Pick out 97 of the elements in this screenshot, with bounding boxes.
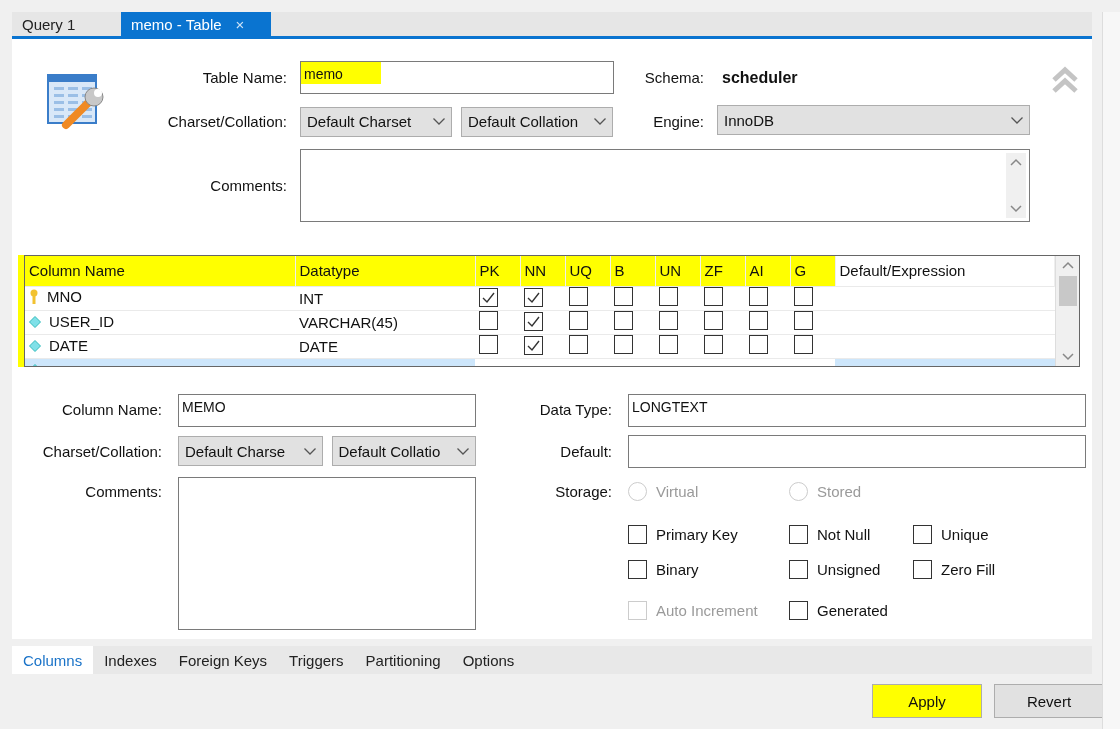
collation-dropdown[interactable]: Default Collation: [461, 106, 613, 137]
field-label: Data Type:: [539, 401, 612, 418]
checkbox[interactable]: [749, 311, 768, 330]
diamond-icon: [29, 339, 41, 352]
editor-tab[interactable]: Triggers: [278, 646, 355, 674]
close-icon[interactable]: ×: [235, 15, 245, 33]
checkbox[interactable]: [524, 336, 543, 355]
column-header[interactable]: UN: [655, 256, 700, 286]
editor-tab[interactable]: Columns: [12, 646, 94, 674]
column-header[interactable]: Datatype: [295, 256, 475, 286]
engine-dropdown[interactable]: InnoDB: [717, 105, 1030, 135]
column-header[interactable]: ZF: [700, 256, 745, 286]
scrollbar-thumb[interactable]: [1058, 276, 1077, 306]
column-header[interactable]: UQ: [565, 256, 610, 286]
editor-tab[interactable]: Query 1: [12, 12, 121, 36]
chevron-down-icon: [303, 447, 316, 455]
checkbox[interactable]: [749, 287, 768, 306]
revert-button[interactable]: Revert: [994, 684, 1104, 718]
column-name: MNO: [47, 288, 82, 306]
editor-tab[interactable]: Options: [451, 646, 526, 674]
field-label: Charset/Collation:: [42, 442, 162, 460]
editor-tab[interactable]: memo - Table ×: [121, 12, 271, 36]
option-checkbox[interactable]: Binary: [628, 552, 789, 587]
column-name-field[interactable]: MEMO: [178, 394, 476, 427]
checkbox[interactable]: [569, 287, 588, 306]
checkbox[interactable]: [749, 335, 768, 354]
field-label: Engine:: [653, 113, 704, 130]
editor-tab[interactable]: Indexes: [93, 646, 168, 674]
datatype: INT: [299, 289, 324, 307]
comments-field[interactable]: [300, 149, 1030, 222]
column-header[interactable]: G: [790, 256, 835, 286]
checkbox[interactable]: [704, 335, 723, 354]
charset-dropdown[interactable]: Default Charse: [178, 436, 323, 466]
data-type-field[interactable]: LONGTEXT: [628, 394, 1086, 427]
field-label: Charset/Collation:: [167, 113, 287, 130]
scroll-up-icon[interactable]: [1009, 157, 1023, 167]
checkbox[interactable]: [659, 335, 678, 354]
apply-button[interactable]: Apply: [872, 684, 982, 718]
chevron-down-icon: [457, 447, 469, 455]
checkbox[interactable]: [524, 288, 543, 307]
chevron-down-icon: [1011, 116, 1023, 124]
column-header[interactable]: B: [610, 256, 655, 286]
checkbox[interactable]: [614, 311, 633, 330]
option-checkbox[interactable]: Zero Fill: [913, 552, 1033, 587]
option-checkbox[interactable]: Unsigned: [789, 552, 913, 587]
collation-dropdown[interactable]: Default Collatio: [331, 436, 476, 466]
checkbox[interactable]: [794, 335, 813, 354]
field-label: Storage:: [555, 483, 612, 500]
column-header[interactable]: Column Name: [25, 256, 295, 286]
column-header[interactable]: AI: [745, 256, 790, 286]
column-name: DATE: [49, 337, 88, 355]
scroll-down-icon[interactable]: [1060, 352, 1075, 362]
checkbox[interactable]: [704, 287, 723, 306]
option-checkbox[interactable]: Not Null: [789, 517, 913, 552]
scroll-up-icon[interactable]: [1060, 260, 1075, 270]
schema-name: scheduler: [722, 68, 798, 87]
scrollbar[interactable]: [1055, 256, 1079, 366]
checkbox[interactable]: [704, 311, 723, 330]
comments-field[interactable]: [178, 477, 476, 630]
default-field[interactable]: [628, 435, 1086, 468]
chevron-down-icon: [594, 118, 606, 125]
field-label: Schema:: [644, 69, 704, 86]
chevron-down-icon: [433, 118, 445, 125]
key-icon: [29, 288, 39, 305]
option-checkbox[interactable]: Generated: [789, 598, 913, 622]
checkbox[interactable]: [614, 335, 633, 354]
checkbox[interactable]: [794, 311, 813, 330]
checkbox[interactable]: [569, 335, 588, 354]
editor-tab[interactable]: Partitioning: [354, 646, 452, 674]
option-checkbox[interactable]: Primary Key: [628, 517, 789, 552]
datatype: DATE: [299, 337, 338, 355]
scrollbar[interactable]: [1006, 153, 1026, 218]
checkbox[interactable]: [479, 288, 498, 307]
checkbox[interactable]: [479, 311, 498, 330]
charset-dropdown[interactable]: Default Charset: [300, 106, 452, 137]
scroll-down-icon[interactable]: [1009, 204, 1023, 214]
field-label: Table Name:: [202, 69, 287, 86]
checkbox[interactable]: [794, 287, 813, 306]
field-label: Comments:: [210, 177, 287, 194]
field-label: Default:: [560, 442, 612, 460]
checkbox[interactable]: [524, 312, 543, 331]
checkbox[interactable]: [659, 311, 678, 330]
checkbox[interactable]: [659, 287, 678, 306]
field-label: Comments:: [85, 483, 162, 500]
option-checkbox[interactable]: Unique: [913, 517, 1033, 552]
checkbox[interactable]: [479, 335, 498, 354]
checkbox[interactable]: [569, 311, 588, 330]
column-header[interactable]: NN: [520, 256, 565, 286]
column-name: USER_ID: [49, 313, 115, 331]
column-header[interactable]: Default/Expression: [835, 256, 1055, 286]
column-header[interactable]: PK: [475, 256, 520, 286]
field-label: Column Name:: [61, 401, 162, 418]
editor-tab[interactable]: Foreign Keys: [167, 646, 279, 674]
checkbox[interactable]: [614, 287, 633, 306]
datatype: VARCHAR(45): [299, 313, 398, 331]
diamond-icon: [29, 315, 41, 328]
table-name-field[interactable]: memo: [300, 61, 614, 94]
